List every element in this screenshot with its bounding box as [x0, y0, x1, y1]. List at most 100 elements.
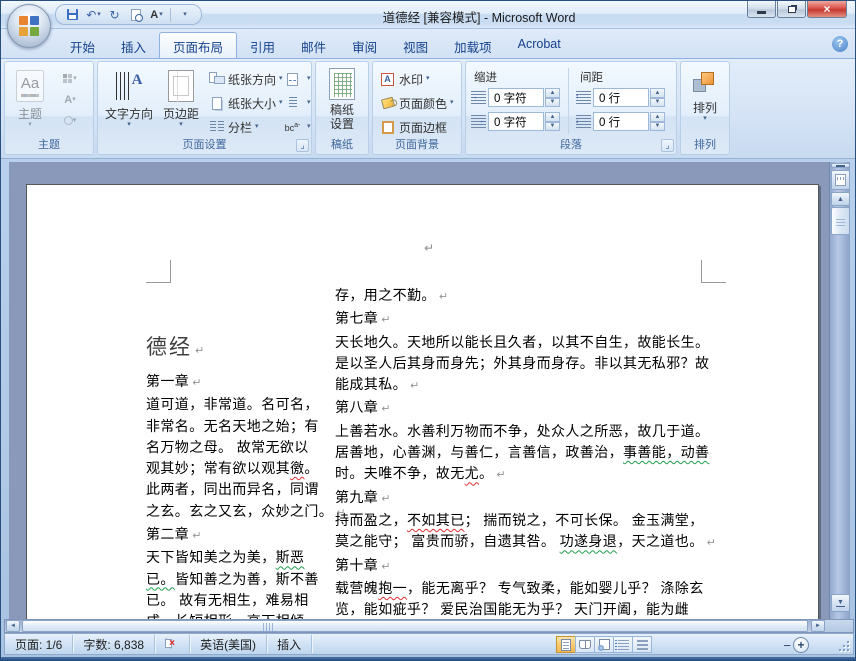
minimize-button[interactable] — [747, 1, 776, 18]
draft-view-button[interactable] — [632, 636, 652, 653]
space-after-stepper[interactable]: ▲ ▼ — [650, 112, 665, 131]
close-button[interactable]: × — [807, 1, 847, 18]
orientation-button[interactable]: 纸张方向 ▾ — [208, 68, 283, 90]
page-color-button[interactable]: 页面颜色 ▾ — [379, 92, 454, 114]
tab-insert[interactable]: 插入 — [108, 32, 159, 58]
restore-button[interactable] — [777, 1, 806, 18]
scroll-left-button[interactable]: ◄ — [6, 620, 20, 632]
indent-left-field[interactable]: 0 字符 — [488, 88, 544, 107]
space-after-row: 0 行 ▲▼ — [575, 112, 665, 131]
office-logo-icon — [19, 16, 39, 36]
doc-line: 观其妙；常有欲以观其徼。 — [146, 458, 351, 479]
thumb-grip-icon — [263, 623, 275, 631]
group-paragraph: 缩进 0 字符 ▲▼ 0 字符 ▲▼ 间距 0 行 ▲▼ 0 行 ▲▼ — [465, 61, 677, 155]
outline-view-button[interactable] — [613, 636, 633, 653]
text-direction-button[interactable]: A 文字方向 ▾ — [102, 65, 156, 129]
tab-page-layout[interactable]: 页面布局 — [159, 32, 238, 58]
word-count-indicator[interactable]: 字数: 6,838 — [73, 635, 156, 653]
scroll-up-button[interactable]: ▲ — [831, 192, 850, 206]
scroll-right-button[interactable]: ► — [811, 620, 825, 632]
line-numbers-button[interactable]: ▾ — [284, 92, 311, 114]
tab-add-ins[interactable]: 加载项 — [441, 32, 505, 58]
text-run: 持而盈之， — [335, 511, 407, 528]
page-borders-button[interactable]: 页面边框 — [379, 116, 447, 138]
watermark-button[interactable]: A 水印 ▾ — [379, 68, 430, 90]
arrange-button[interactable]: 排列 ▾ — [685, 65, 725, 123]
document-page[interactable]: ↵ 德经 ↵ 第一章 ↵ 道可道，非常道。名可名， 非常名。无名天地之始；有 名万物之母。 … — [26, 184, 819, 619]
text-run: 第二章 — [146, 526, 190, 543]
tab-mailings[interactable]: 邮件 — [288, 32, 339, 58]
indent-right-stepper[interactable]: ▲ ▼ — [545, 112, 560, 131]
repeat-button[interactable]: ↻ — [104, 6, 125, 23]
text-run: 第十章 — [335, 556, 379, 573]
spell-check-icon: × — [165, 638, 179, 650]
group-label: 排列 — [694, 139, 716, 151]
ruler-toggle-button[interactable] — [831, 170, 850, 190]
theme-effects-button[interactable]: ▾ — [57, 110, 83, 131]
minimize-icon — [757, 10, 766, 14]
save-button[interactable] — [62, 6, 83, 23]
split-handle[interactable] — [831, 163, 850, 168]
themes-button[interactable]: Aa 主题 ▾ — [9, 65, 51, 129]
theme-options: ▾ A ▾ ▾ — [57, 68, 83, 131]
quick-access-toolbar: ↶ ▾ ↻ A ▾ ▾ — [55, 4, 202, 25]
proofing-marked-run: 事善能，动善 — [623, 444, 710, 461]
text-run: 时。夫唯不争，故无 — [335, 465, 465, 482]
text-run: 已。 故有无相生，难易相 — [146, 591, 309, 608]
theme-fonts-button[interactable]: A ▾ — [57, 89, 83, 110]
print-layout-view-button[interactable] — [556, 636, 576, 653]
proofing-marked-run: 抱一 — [378, 579, 408, 596]
text-run: 是以圣人后其身而身先；外其身而身存。非以其无私邪？故 — [335, 354, 710, 371]
paragraph-mark: ↵ — [195, 345, 205, 357]
fullscreen-reading-view-button[interactable] — [575, 636, 595, 653]
margins-icon — [168, 70, 194, 103]
zoom-in-button[interactable]: + — [793, 637, 809, 653]
tab-references[interactable]: 引用 — [237, 32, 288, 58]
tab-home[interactable]: 开始 — [57, 32, 108, 58]
tab-view[interactable]: 视图 — [390, 32, 441, 58]
hyphenation-button[interactable]: bca- ▾ — [284, 116, 311, 138]
quick-style-button[interactable]: A ▾ — [146, 6, 167, 23]
tab-review[interactable]: 审阅 — [339, 32, 390, 58]
vertical-scroll-thumb[interactable] — [831, 207, 850, 235]
office-button[interactable] — [7, 4, 51, 48]
doc-line: 成，长短相形，高下相倾， — [146, 611, 351, 619]
space-before-field[interactable]: 0 行 — [593, 88, 649, 107]
group-themes: Aa 主题 ▾ ▾ A ▾ ▾ 主题 — [4, 61, 94, 155]
web-layout-view-button[interactable] — [594, 636, 614, 653]
breaks-button[interactable]: ▾ — [284, 68, 311, 90]
next-page-button[interactable]: ▼ — [831, 594, 850, 612]
paragraph-mark: ↵ — [192, 377, 202, 389]
space-before-stepper[interactable]: ▲ ▼ — [650, 88, 665, 107]
spacing-label: 间距 — [580, 72, 603, 84]
proofing-marked-run: 斯恶 — [275, 549, 305, 566]
help-button[interactable]: ? — [832, 36, 848, 52]
grid-paper-icon — [329, 68, 355, 100]
page-count-indicator[interactable]: 页面: 1/6 — [5, 635, 74, 653]
indent-left-stepper[interactable]: ▲ ▼ — [545, 88, 560, 107]
spell-check-indicator[interactable]: × — [155, 635, 191, 653]
customize-qat-button[interactable]: ▾ — [174, 6, 195, 23]
status-bar: 页面: 1/6 字数: 6,838 × 英语(美国) 插入 − + — [4, 633, 854, 655]
theme-colors-button[interactable]: ▾ — [57, 68, 83, 89]
zoom-out-button[interactable]: − — [783, 638, 791, 653]
paragraph-mark: ↵ — [381, 403, 391, 416]
print-preview-button[interactable] — [125, 6, 146, 23]
undo-button[interactable]: ↶ ▾ — [83, 6, 104, 23]
columns-button[interactable]: 分栏 ▾ — [208, 116, 259, 138]
resize-grip[interactable] — [836, 638, 849, 651]
text-run: ，天之道也。 — [617, 533, 704, 550]
paper-setup-button[interactable]: 稿纸 设置 — [320, 65, 364, 131]
language-indicator[interactable]: 英语(美国) — [190, 635, 268, 653]
indent-right-field[interactable]: 0 字符 — [488, 112, 544, 131]
space-after-field[interactable]: 0 行 — [593, 112, 649, 131]
insert-mode-indicator[interactable]: 插入 — [267, 635, 313, 653]
proofing-marked-run: 不如其已 — [407, 511, 465, 528]
group-arrange: 排列 ▾ 排列 — [680, 61, 730, 155]
group-page-background: A 水印 ▾ 页面颜色 ▾ 页面边框 页面背景 — [372, 61, 462, 155]
margins-button[interactable]: 页边距 ▾ — [158, 65, 204, 129]
paper-size-button[interactable]: 纸张大小 ▾ — [208, 92, 283, 114]
tab-acrobat[interactable]: Acrobat — [505, 32, 574, 58]
horizontal-scroll-thumb[interactable] — [22, 620, 808, 632]
draft-view-icon — [636, 639, 648, 650]
